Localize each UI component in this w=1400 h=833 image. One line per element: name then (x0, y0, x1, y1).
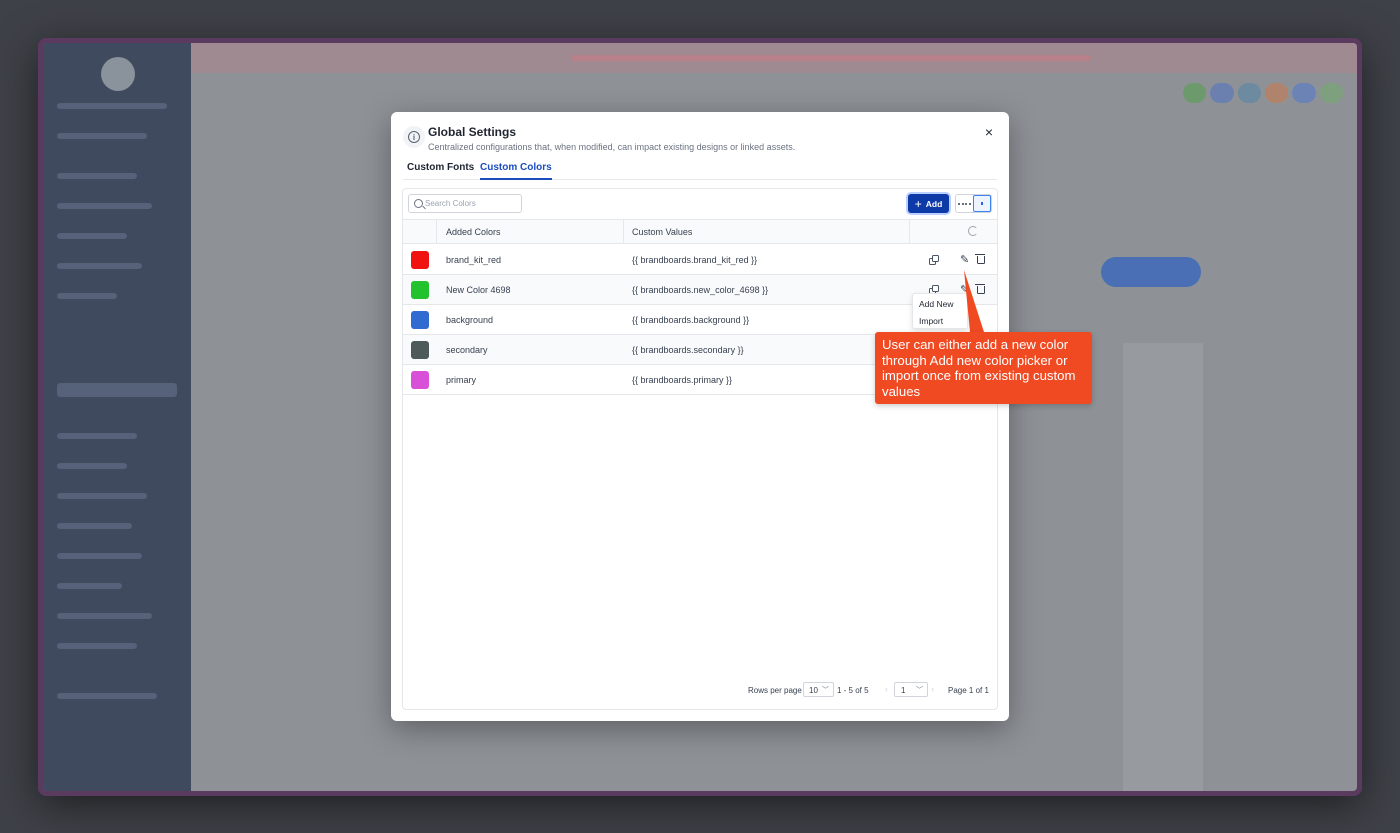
tab-custom-fonts[interactable]: Custom Fonts (407, 162, 474, 178)
search-box[interactable] (408, 194, 522, 213)
color-name: primary (446, 375, 477, 385)
info-icon: i (403, 126, 425, 148)
table-row: brand_kit_red {{ brandboards.brand_kit_re… (403, 245, 997, 275)
annotation-callout: User can either add a new color through … (875, 332, 1092, 404)
app-background-button (1101, 257, 1201, 287)
grid-icon (956, 200, 973, 208)
rows-per-page-select[interactable]: 10 ﹀ (803, 682, 834, 697)
color-name: background (446, 315, 494, 325)
sidebar-placeholder (57, 493, 147, 499)
list-icon (974, 200, 991, 207)
chevron-down-icon: ﹀ (822, 687, 829, 694)
sidebar-placeholder (57, 173, 137, 179)
search-input[interactable] (425, 195, 521, 212)
sidebar-placeholder (57, 203, 152, 209)
page-value: 1 (901, 686, 906, 695)
sidebar-placeholder (57, 103, 167, 109)
custom-value: {{ brandboards.brand_kit_red }} (632, 255, 758, 265)
add-menu-item-add-new[interactable]: Add New (919, 299, 954, 309)
custom-value: {{ brandboards.background }} (632, 315, 750, 325)
sidebar-placeholder (57, 583, 122, 589)
column-header-added-colors: Added Colors (446, 227, 501, 237)
plus-icon: + (914, 196, 922, 211)
refresh-icon[interactable] (968, 226, 978, 236)
modal-title: Global Settings (428, 125, 517, 139)
rows-per-page-value: 10 (809, 686, 818, 695)
custom-colors-panel: + Add Added Colors Custom Values brand_k… (402, 188, 998, 710)
color-swatch[interactable] (411, 341, 429, 359)
table-row: background{{ brandboards.background }}✎ (403, 305, 997, 335)
settings-tabs: Custom Fonts Custom Colors (403, 158, 997, 180)
sidebar-placeholder (57, 383, 177, 397)
color-swatch[interactable] (411, 281, 429, 299)
app-sidebar (43, 43, 191, 791)
sidebar-placeholder (57, 523, 132, 529)
app-background-panel (1123, 343, 1203, 791)
sidebar-placeholder (57, 293, 117, 299)
sidebar-placeholder (57, 693, 157, 699)
sidebar-placeholder (57, 643, 137, 649)
app-toolbar-pills (1183, 83, 1343, 103)
column-header-custom-values: Custom Values (632, 227, 693, 237)
color-name: brand_kit_red (446, 255, 502, 265)
add-menu-item-import[interactable]: Import (919, 316, 943, 326)
sidebar-placeholder (57, 263, 142, 269)
color-swatch[interactable] (411, 371, 429, 389)
sidebar-placeholder (57, 463, 127, 469)
column-divider (623, 220, 624, 244)
close-icon[interactable]: × (981, 124, 997, 140)
copy-icon[interactable] (929, 255, 939, 265)
color-swatch[interactable] (411, 311, 429, 329)
callout-arrow (964, 270, 984, 332)
view-toggle (955, 194, 992, 213)
page-of-label: Page 1 of 1 (948, 686, 989, 695)
custom-value: {{ brandboards.secondary }} (632, 345, 744, 355)
app-logo (101, 57, 135, 91)
grid-view-button[interactable] (956, 195, 973, 212)
pagination: Rows per page 10 ﹀ 1 - 5 of 5 ‹ 1 ﹀ › Pa… (403, 681, 997, 699)
sidebar-placeholder (57, 613, 152, 619)
delete-icon[interactable] (975, 254, 985, 264)
sidebar-placeholder (57, 133, 147, 139)
chevron-down-icon: ﹀ (916, 687, 923, 694)
tab-custom-colors[interactable]: Custom Colors (480, 162, 552, 180)
sidebar-placeholder (57, 433, 137, 439)
pagination-range: 1 - 5 of 5 (837, 686, 869, 695)
column-divider (436, 220, 437, 244)
add-button-label: Add (925, 198, 943, 209)
custom-value: {{ brandboards.primary }} (632, 375, 733, 385)
app-banner (191, 43, 1357, 73)
color-name: secondary (446, 345, 488, 355)
banner-placeholder (571, 55, 1091, 61)
sidebar-placeholder (57, 553, 142, 559)
edit-icon[interactable]: ✎ (960, 253, 969, 266)
color-swatch[interactable] (411, 251, 429, 269)
color-name: New Color 4698 (446, 285, 511, 295)
search-icon (414, 199, 423, 208)
table-row: New Color 4698 {{ brandboards.new_color_4… (403, 275, 997, 305)
add-menu: Add New Import (912, 293, 968, 329)
chevron-right-icon[interactable]: › (931, 684, 934, 694)
list-view-button[interactable] (972, 195, 991, 212)
modal-subtitle: Centralized configurations that, when mo… (428, 142, 796, 152)
chevron-left-icon[interactable]: ‹ (885, 684, 888, 694)
global-settings-modal: i Global Settings Centralized configurat… (391, 112, 1009, 721)
custom-value: {{ brandboards.new_color_4698 }} (632, 285, 769, 295)
page-select[interactable]: 1 ﹀ (894, 682, 928, 697)
column-divider (909, 220, 910, 244)
rows-per-page-label: Rows per page (748, 686, 802, 695)
sidebar-placeholder (57, 233, 127, 239)
table-header: Added Colors Custom Values (403, 219, 997, 244)
add-button[interactable]: + Add (908, 194, 949, 213)
